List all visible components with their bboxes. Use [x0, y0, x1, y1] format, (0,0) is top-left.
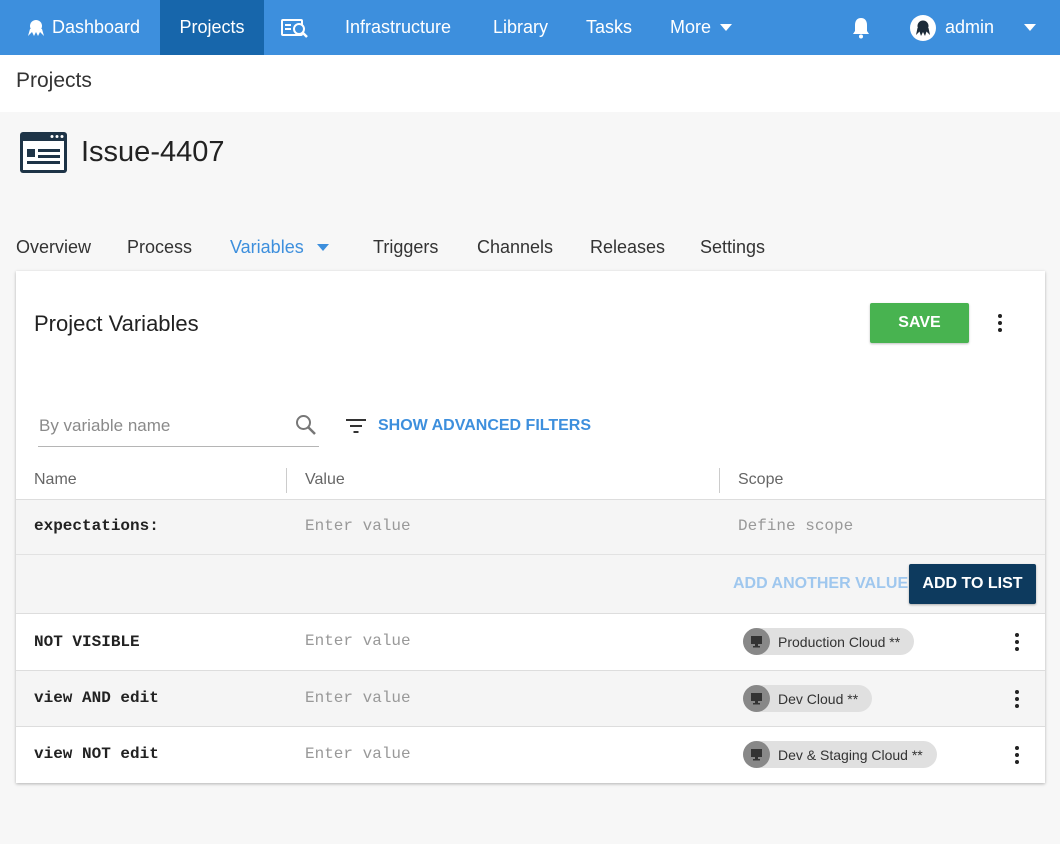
add-another-value-button[interactable]: ADD ANOTHER VALUE: [733, 575, 908, 593]
user-name: admin: [945, 17, 995, 37]
tab-releases[interactable]: Releases: [590, 237, 665, 258]
column-header-name: Name: [34, 471, 77, 488]
project-window-icon: [20, 132, 67, 173]
nav-dashboard-label: Dashboard: [52, 17, 141, 37]
nav-search-tasks[interactable]: [281, 0, 309, 55]
value-input[interactable]: Enter value: [305, 517, 411, 535]
value-input[interactable]: Enter value: [305, 632, 411, 650]
column-resize-handle[interactable]: [719, 468, 720, 493]
notifications-button[interactable]: [851, 0, 871, 55]
page-title: Issue-4407: [81, 136, 225, 168]
nav-library-label: Library: [493, 17, 549, 37]
editing-variable-row: expectations: Enter value Define scope: [16, 500, 1045, 613]
project-variables-card: Project Variables SAVE SHOW ADVANCED FIL…: [16, 271, 1045, 783]
nav-more[interactable]: More: [670, 0, 733, 55]
nav-library[interactable]: Library: [493, 0, 548, 55]
search-field: [38, 402, 319, 447]
octopus-icon: [28, 19, 44, 36]
value-input[interactable]: Enter value: [305, 745, 411, 763]
value-input[interactable]: Enter value: [305, 689, 411, 707]
add-to-list-button[interactable]: ADD TO LIST: [909, 564, 1036, 604]
chevron-down-icon: [720, 24, 733, 31]
tab-overview[interactable]: Overview: [16, 237, 91, 258]
table-row[interactable]: view NOT edit Enter value Dev & Staging …: [16, 727, 1045, 783]
search-icon[interactable]: [295, 414, 317, 436]
machine-icon: [743, 741, 770, 768]
nav-projects-label: Projects: [179, 17, 245, 37]
chevron-down-icon: [1024, 24, 1036, 31]
top-navigation-bar: Dashboard Projects Infrastructure Librar…: [0, 0, 1060, 55]
row-menu-icon[interactable]: [1007, 743, 1027, 767]
variable-name[interactable]: expectations:: [34, 517, 159, 535]
card-title: Project Variables: [34, 311, 199, 336]
nav-dashboard[interactable]: Dashboard: [26, 0, 140, 55]
search-input[interactable]: [39, 412, 284, 440]
variable-name: view NOT edit: [34, 745, 159, 763]
variable-name: NOT VISIBLE: [34, 633, 140, 651]
breadcrumb[interactable]: Projects: [16, 69, 92, 93]
scope-chip: Production Cloud **: [743, 628, 915, 655]
column-header-scope: Scope: [738, 471, 784, 488]
user-menu-toggle[interactable]: [1024, 0, 1036, 55]
divider: [16, 554, 1045, 555]
tab-variables[interactable]: Variables: [230, 237, 304, 258]
nav-projects[interactable]: Projects: [160, 0, 264, 55]
tab-channels[interactable]: Channels: [477, 237, 553, 258]
machine-icon: [743, 628, 770, 655]
scope-chip: Dev Cloud **: [743, 685, 873, 712]
tab-settings[interactable]: Settings: [700, 237, 765, 258]
nav-more-label: More: [670, 17, 712, 37]
scope-chip: Dev & Staging Cloud **: [743, 741, 937, 768]
column-header-value: Value: [305, 471, 345, 488]
column-resize-handle[interactable]: [286, 468, 287, 493]
chevron-down-icon[interactable]: [317, 244, 329, 251]
table-row[interactable]: view AND edit Enter value Dev Cloud **: [16, 671, 1045, 726]
table-row[interactable]: NOT VISIBLE Enter value Production Cloud…: [16, 614, 1045, 670]
scope-chip-label: Production Cloud **: [778, 633, 901, 650]
octopus-avatar-icon: [910, 14, 936, 41]
nav-infrastructure-label: Infrastructure: [345, 17, 452, 37]
nav-tasks[interactable]: Tasks: [586, 0, 632, 55]
breadcrumb-bar: Projects: [0, 55, 1060, 112]
search-task-icon: [281, 18, 308, 38]
nav-tasks-label: Tasks: [586, 17, 633, 37]
scope-input[interactable]: Define scope: [738, 517, 853, 535]
nav-infrastructure[interactable]: Infrastructure: [345, 0, 451, 55]
more-options-icon[interactable]: [990, 311, 1010, 335]
scope-chip-label: Dev Cloud **: [778, 690, 859, 707]
machine-icon: [743, 685, 770, 712]
tab-triggers[interactable]: Triggers: [373, 237, 438, 258]
tab-process[interactable]: Process: [127, 237, 192, 258]
row-menu-icon[interactable]: [1007, 630, 1027, 654]
scope-chip-label: Dev & Staging Cloud **: [778, 746, 923, 763]
user-menu[interactable]: admin: [910, 0, 994, 55]
show-advanced-filters-link[interactable]: SHOW ADVANCED FILTERS: [378, 417, 591, 435]
save-button[interactable]: SAVE: [870, 303, 969, 343]
bell-icon: [853, 17, 869, 38]
variable-name: view AND edit: [34, 689, 159, 707]
row-menu-icon[interactable]: [1007, 687, 1027, 711]
filter-icon[interactable]: [345, 418, 367, 434]
